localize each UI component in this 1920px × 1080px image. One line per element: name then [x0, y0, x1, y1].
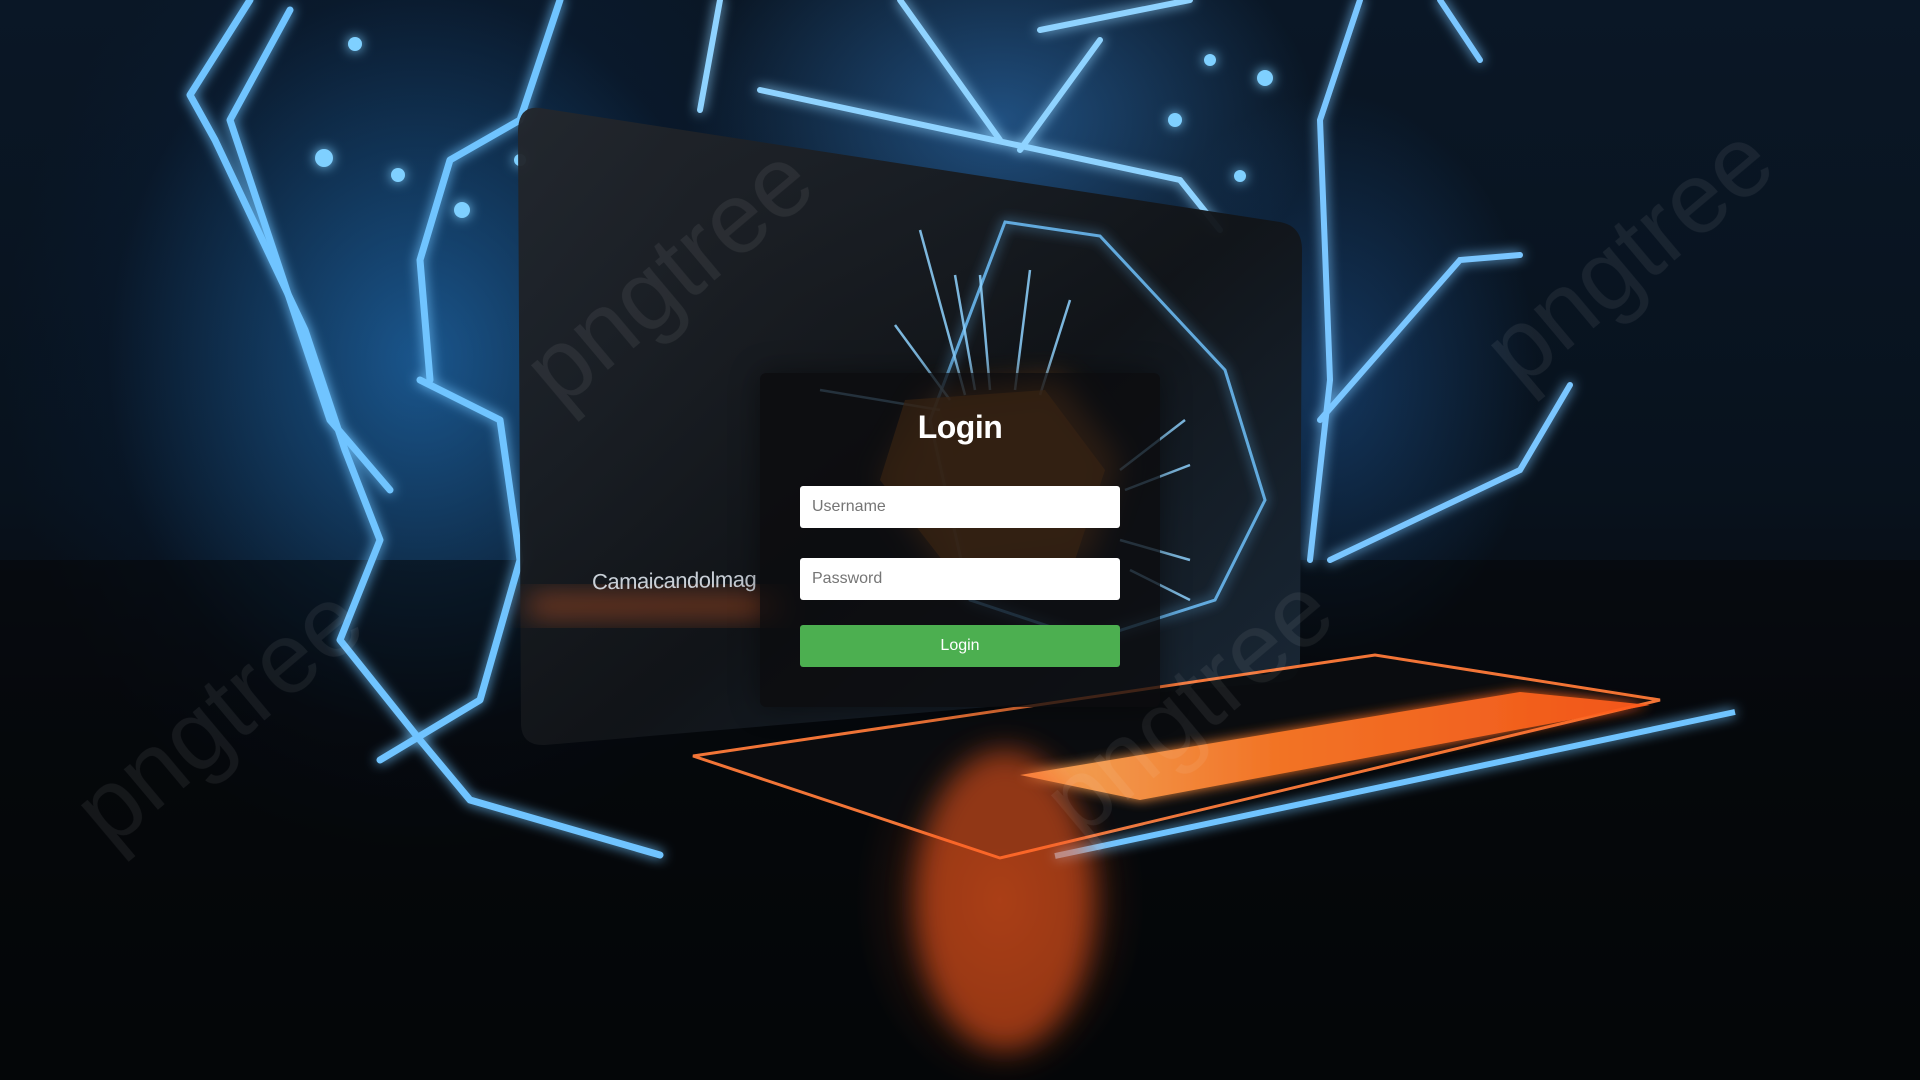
- username-input[interactable]: [800, 486, 1120, 528]
- password-input[interactable]: [800, 558, 1120, 600]
- orange-streak-left: [528, 595, 778, 617]
- login-title: Login: [917, 409, 1003, 445]
- login-page: pngtree pngtree pngtree pngtree Camaican…: [0, 0, 1920, 1080]
- background-caption: Camaicandolmag: [592, 566, 757, 595]
- login-card: Login Login: [760, 373, 1160, 707]
- login-button[interactable]: Login: [800, 625, 1120, 667]
